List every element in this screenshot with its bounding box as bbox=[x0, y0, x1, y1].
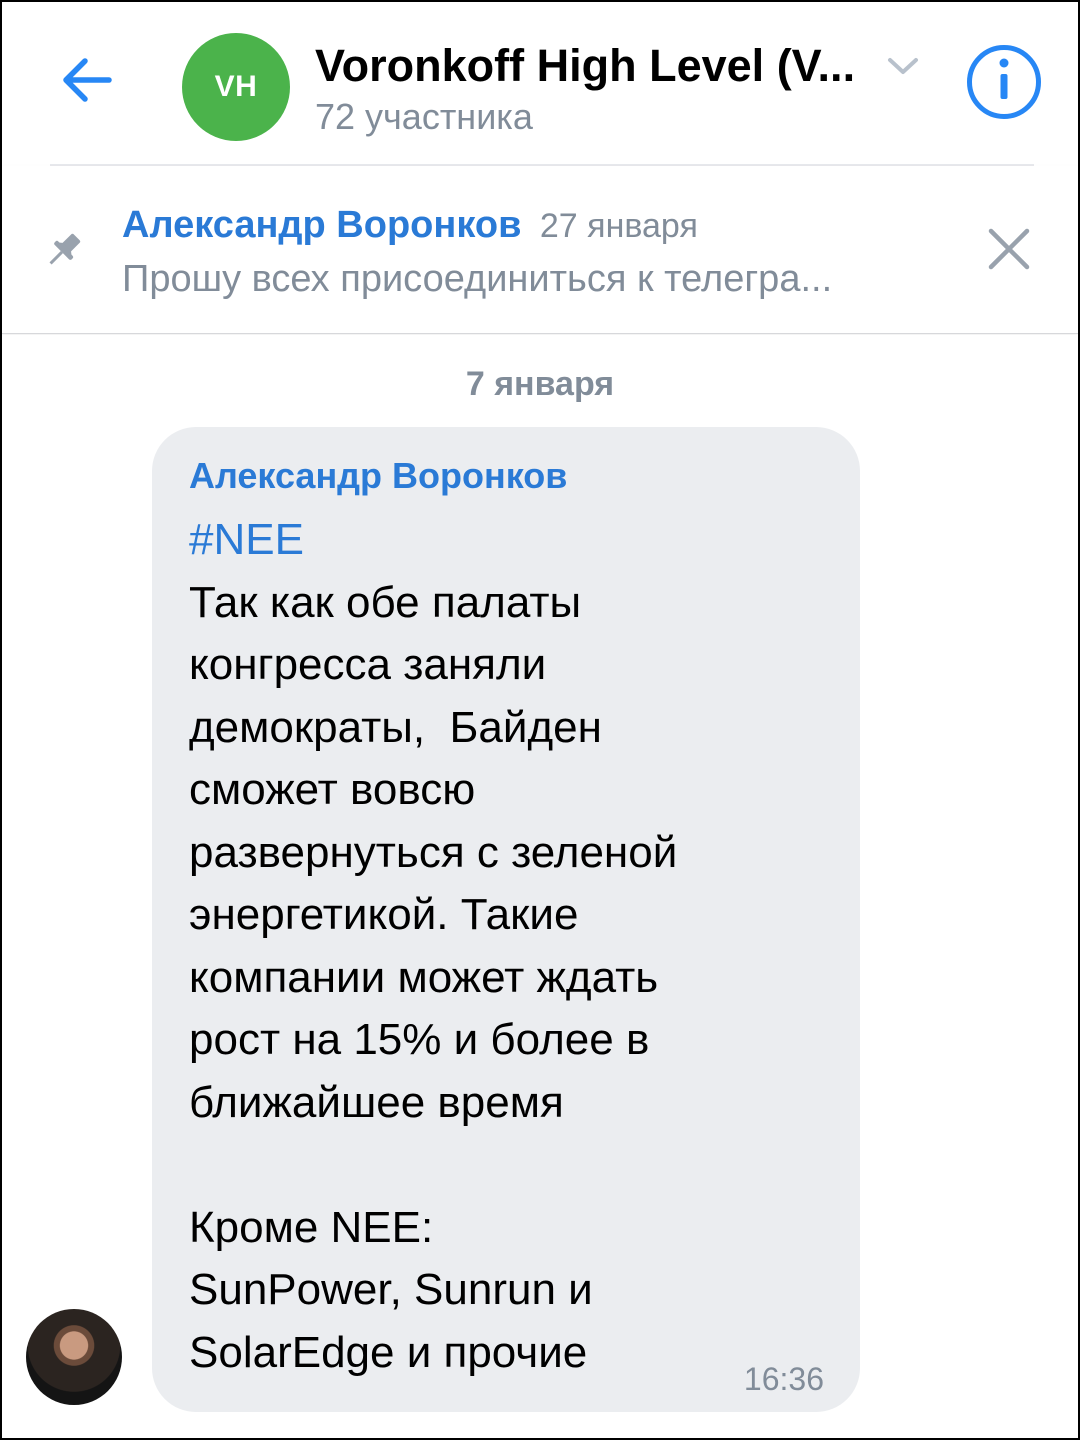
message-feed[interactable]: 7 января Александр Воронков #NEE Так как … bbox=[2, 335, 1078, 1438]
chat-title-area[interactable]: Voronkoff High Level (V... 72 участника bbox=[315, 40, 935, 138]
message-body-text: Так как обе палаты конгресса заняли демо… bbox=[189, 577, 678, 1377]
chat-avatar[interactable]: VH bbox=[182, 33, 290, 141]
pinned-text: Прошу всех присоединиться к телегра... bbox=[122, 258, 833, 300]
pinned-author: Александр Воронков bbox=[122, 204, 522, 246]
message-hashtag[interactable]: #NEE bbox=[189, 509, 829, 572]
arrow-left-icon bbox=[57, 50, 117, 115]
message-time: 16:36 bbox=[743, 1361, 824, 1397]
pinned-header: Александр Воронков 27 января bbox=[122, 204, 698, 247]
chat-title: Voronkoff High Level (V... bbox=[315, 40, 856, 91]
info-icon bbox=[984, 55, 1024, 110]
back-button[interactable] bbox=[47, 42, 127, 122]
chat-avatar-initials: VH bbox=[214, 70, 258, 103]
message-author[interactable]: Александр Воронков bbox=[189, 455, 567, 497]
date-separator: 7 января bbox=[465, 365, 615, 403]
close-icon[interactable] bbox=[986, 226, 1032, 277]
chat-header: VH Voronkoff High Level (V... 72 участни… bbox=[2, 2, 1078, 167]
chat-members-count: 72 участника bbox=[315, 96, 533, 137]
message-text: #NEE Так как обе палаты конгресса заняли … bbox=[189, 509, 829, 1384]
pinned-date: 27 января bbox=[539, 207, 698, 245]
message-bubble[interactable]: Александр Воронков #NEE Так как обе палат… bbox=[152, 427, 860, 1412]
chevron-down-icon[interactable] bbox=[885, 54, 921, 83]
pinned-message-bar[interactable]: Александр Воронков 27 января Прошу всех … bbox=[2, 166, 1078, 334]
info-button[interactable] bbox=[967, 45, 1041, 119]
pin-icon bbox=[42, 228, 86, 277]
chat-screen: VH Voronkoff High Level (V... 72 участни… bbox=[0, 0, 1080, 1440]
avatar[interactable] bbox=[26, 1309, 122, 1405]
